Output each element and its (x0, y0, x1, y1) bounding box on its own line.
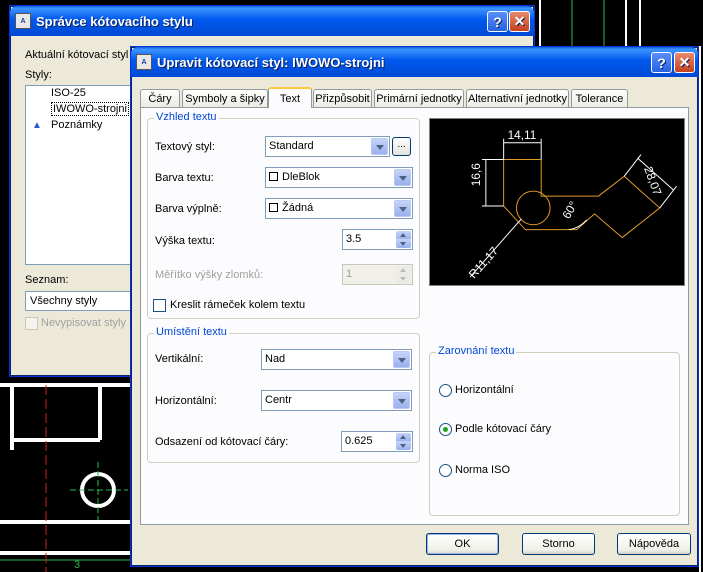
close-button[interactable]: ✕ (509, 11, 530, 32)
group-title: Vzhled textu (154, 111, 219, 123)
fill-color-value: Žádná (282, 202, 314, 214)
close-button[interactable]: ✕ (674, 52, 695, 73)
window-title: Upravit kótovací styl: IWOWO-strojni (157, 54, 385, 70)
style-item-poznamky[interactable]: ▲ Poznámky (26, 119, 102, 135)
chevron-down-icon[interactable] (394, 169, 411, 186)
align-horizontal-radio[interactable] (439, 384, 452, 397)
style-item-iso25[interactable]: ISO-25 (26, 87, 86, 103)
group-title: Umístění textu (154, 326, 229, 338)
horizontal-select[interactable]: Centr (261, 390, 412, 411)
align-horizontal-label: Horizontální (455, 384, 514, 396)
autocad-app-icon: A (136, 54, 152, 70)
tab-primary-units[interactable]: Primární jednotky (374, 89, 464, 107)
chevron-down-icon[interactable] (393, 392, 410, 409)
vertical-label: Vertikální: (155, 353, 204, 365)
align-iso-radio[interactable] (439, 464, 452, 477)
list-label: Seznam: (25, 274, 69, 286)
help-button-bottom[interactable]: Nápověda (617, 533, 691, 555)
fill-color-select[interactable]: Žádná (265, 198, 413, 219)
fraction-scale-spinner[interactable]: 1 (342, 264, 413, 285)
vertical-value: Nad (265, 353, 286, 365)
vertical-select[interactable]: Nad (261, 349, 412, 370)
spin-down-icon (396, 274, 411, 283)
text-style-select[interactable]: Standard (265, 136, 390, 157)
offset-label: Odsazení od kótovací čáry: (155, 436, 289, 448)
tab-fit[interactable]: Přizpůsobit (313, 89, 372, 107)
text-height-value: 3.5 (346, 233, 362, 245)
window-title: Správce kótovacího stylu (36, 13, 193, 29)
modify-dimension-style-window: A Upravit kótovací styl: IWOWO-strojni ?… (130, 46, 699, 567)
fraction-scale-value: 1 (346, 268, 353, 280)
text-style-label: Textový styl: (155, 141, 215, 153)
align-with-dim-line-label: Podle kótovací čáry (455, 423, 551, 435)
chevron-down-icon[interactable] (393, 351, 410, 368)
dimension-preview: 14,11 16,6 28,07 60° R11,17 (429, 118, 685, 286)
color-swatch (269, 172, 278, 181)
styles-list[interactable]: ISO-25 IWOWO-strojni ▲ Poznámky (25, 85, 135, 265)
style-name: IWOWO-strojni (51, 102, 129, 116)
text-color-select[interactable]: DleBlok (265, 167, 413, 188)
cancel-button[interactable]: Storno (522, 533, 595, 555)
dim-right-text: 28,07 (641, 165, 664, 198)
align-iso-label: Norma ISO (455, 464, 511, 476)
ok-button[interactable]: OK (426, 533, 499, 555)
current-style-label: Aktuální kótovací styl (25, 49, 129, 61)
dont-list-xref-label: Nevypisovat styly X (41, 317, 131, 329)
spin-down-icon[interactable] (396, 239, 411, 248)
color-swatch (269, 203, 278, 212)
text-height-spinner[interactable]: 3.5 (342, 229, 413, 250)
draw-frame-label: Kreslit rámeček kolem textu (170, 299, 306, 311)
help-button[interactable]: ? (487, 11, 508, 32)
style-name: ISO-25 (51, 87, 86, 99)
text-style-browse-button[interactable]: ... (392, 137, 411, 156)
style-name: Poznámky (51, 119, 103, 131)
dim-top-text: 14,11 (508, 128, 537, 142)
dim-angle-text: 60° (559, 199, 580, 222)
tab-symbols-arrows[interactable]: Symboly a šipky (182, 89, 268, 107)
autocad-app-icon: A (15, 13, 31, 29)
title-bar[interactable]: A Správce kótovacího stylu ? ✕ (10, 6, 534, 36)
chevron-down-icon[interactable] (394, 200, 411, 217)
tab-tolerances[interactable]: Tolerance (571, 89, 628, 107)
tab-alternate-units[interactable]: Alternativní jednotky (466, 89, 569, 107)
offset-value: 0.625 (345, 435, 373, 447)
preview-part-outline (503, 159, 661, 239)
offset-spinner[interactable]: 0.625 (341, 431, 413, 452)
chevron-down-icon[interactable] (371, 138, 388, 155)
annotative-icon: ▲ (32, 120, 42, 131)
horizontal-label: Horizontální: (155, 395, 217, 407)
title-bar[interactable]: A Upravit kótovací styl: IWOWO-strojni ?… (131, 47, 698, 77)
horizontal-value: Centr (265, 394, 292, 406)
fraction-scale-label: Měřítko výšky zlomků: (155, 269, 264, 281)
group-title: Zarovnání textu (436, 345, 517, 357)
list-filter-select[interactable]: Všechny styly (25, 291, 135, 311)
dont-list-xref-checkbox[interactable] (25, 317, 38, 330)
text-style-value: Standard (269, 140, 314, 152)
help-button[interactable]: ? (651, 52, 672, 73)
cad-label: 3 (74, 559, 80, 571)
tab-text[interactable]: Text (268, 87, 312, 108)
align-with-dim-line-radio[interactable] (439, 423, 452, 436)
dim-left-text: 16,6 (469, 163, 483, 186)
style-item-iwowo[interactable]: IWOWO-strojni (26, 102, 129, 119)
styles-label: Styly: (25, 69, 52, 81)
dim-radius-text: R11,17 (466, 244, 501, 281)
text-height-label: Výška textu: (155, 235, 215, 247)
text-color-label: Barva textu: (155, 172, 214, 184)
fill-color-label: Barva výplně: (155, 203, 222, 215)
tab-lines[interactable]: Čáry (140, 89, 180, 107)
text-color-value: DleBlok (282, 171, 320, 183)
spin-down-icon[interactable] (396, 441, 411, 450)
draw-frame-checkbox[interactable] (153, 299, 166, 312)
